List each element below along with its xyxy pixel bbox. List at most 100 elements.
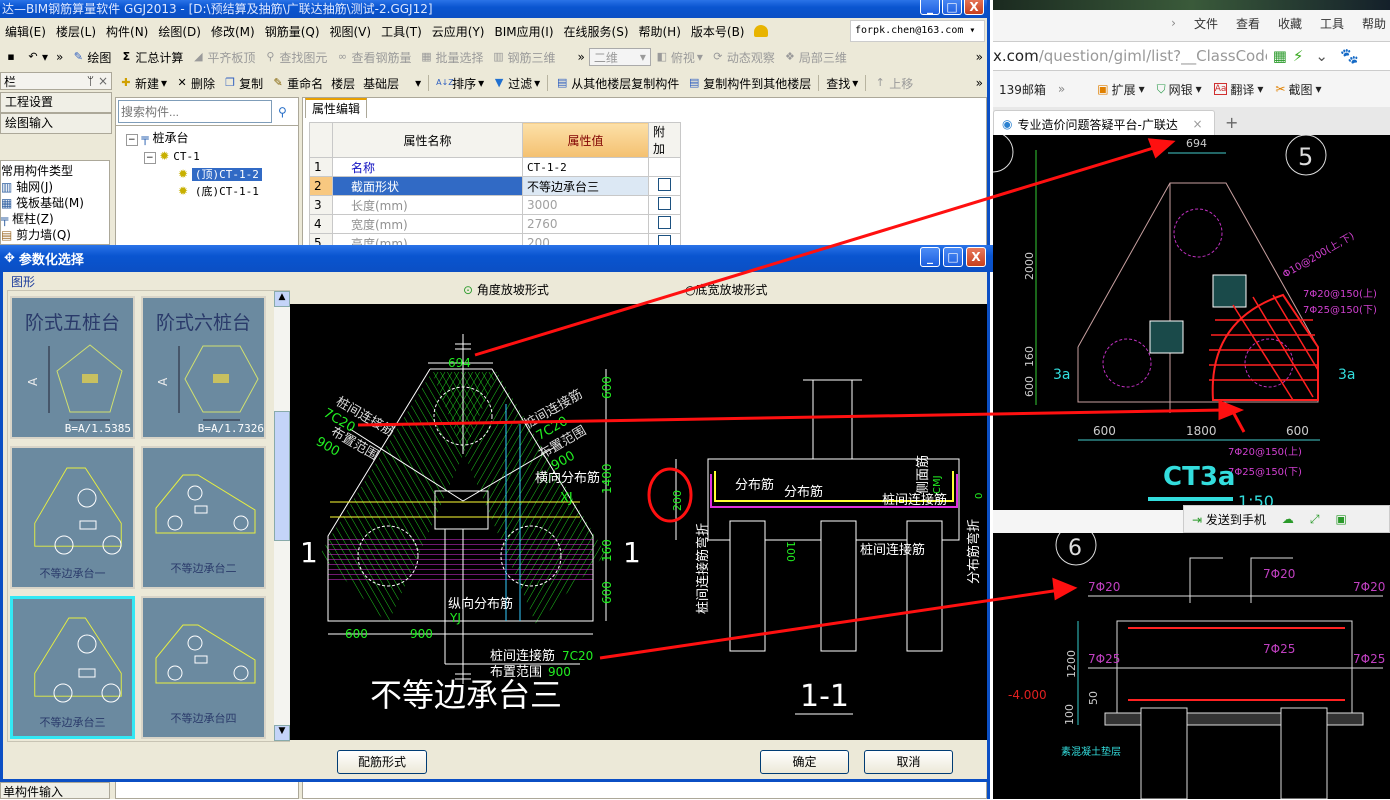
minimize-button[interactable]: _ (920, 0, 940, 15)
top-view-button[interactable]: ◧ 俯视 ▾ (651, 49, 707, 66)
scroll-down-button[interactable]: ▼ (274, 725, 290, 741)
copy-button[interactable]: ❐ 复制 (219, 75, 267, 92)
sort-button[interactable]: A↓Z 排序 ▾ (432, 75, 488, 92)
close-button[interactable]: X (964, 0, 984, 15)
translate-button[interactable]: Aa 翻译 ▾ (1208, 81, 1270, 98)
view-mode-select[interactable]: 二维 ▾ (588, 48, 651, 66)
fullscreen-icon[interactable]: ⤢ (1302, 512, 1328, 527)
tab-property-edit[interactable]: 属性编辑 (305, 98, 368, 118)
shape-thumb-unequal-3[interactable]: 不等边承台三 (10, 596, 135, 739)
extra-checkbox[interactable] (658, 197, 671, 210)
extra-checkbox[interactable] (658, 178, 671, 191)
filter-button[interactable]: ▼ 过滤 ▾ (488, 75, 544, 92)
pin-icon[interactable]: ᛘ (87, 74, 94, 88)
gallery-scrollbar[interactable]: ▲ ▼ (274, 291, 290, 741)
table-row[interactable]: 1 名称 CT-1-2 (309, 157, 681, 177)
extra-checkbox[interactable] (658, 216, 671, 229)
extensions-button[interactable]: ▣ 扩展 ▾ (1091, 81, 1150, 98)
property-value[interactable]: 3000 (522, 195, 649, 215)
scroll-thumb[interactable] (274, 411, 290, 541)
menu-item[interactable]: 编辑(E) (0, 23, 51, 40)
shape-thumb-step-six-pile[interactable]: 阶式六桩台 A B=A/1.7326 (141, 296, 266, 439)
property-value[interactable]: 2760 (522, 214, 649, 234)
maximize-button[interactable]: □ (942, 0, 962, 15)
more-icon[interactable]: » (573, 50, 588, 64)
send-to-phone-button[interactable]: ⇥ 发送到手机 (1184, 511, 1274, 528)
baidu-paw-icon[interactable]: 🐾 (1340, 47, 1359, 65)
new-tab-button[interactable]: + (1225, 113, 1238, 132)
menu-item[interactable]: 工具(T) (376, 23, 427, 40)
menu-item[interactable]: 帮助(H) (634, 23, 686, 40)
nav-section-drawing-input[interactable]: 绘图输入 (0, 113, 112, 134)
ok-button[interactable]: 确定 (760, 750, 849, 774)
user-account-dropdown[interactable]: forpk.chen@163.com ▾ (850, 20, 985, 42)
bank-button[interactable]: ⛉ 网银 ▾ (1151, 81, 1208, 98)
collapse-icon[interactable]: − (144, 152, 156, 164)
copy-from-floor-button[interactable]: ▤ 从其他楼层复制构件 (551, 75, 683, 92)
orbit-button[interactable]: ⟳ 动态观察 (707, 49, 779, 66)
table-row[interactable]: 4 宽度(mm) 2760 (309, 214, 681, 234)
shape-thumb-step-five-pile[interactable]: 阶式五桩台 A B=A/1.5385 (10, 296, 135, 439)
menu-item[interactable]: 云应用(Y) (427, 23, 490, 40)
browser-tab[interactable]: ◉ 专业造价问题答疑平台-广联达 × (993, 110, 1215, 137)
cancel-button[interactable]: 取消 (864, 750, 953, 774)
menu-item[interactable]: 在线服务(S) (559, 23, 634, 40)
radio-bottom-width-slope[interactable]: ○底宽放坡形式 (685, 281, 768, 298)
menu-item[interactable]: 楼层(L) (51, 23, 101, 40)
shape-thumb-unequal-4[interactable]: 不等边承台四 (141, 596, 266, 739)
tree-node-top[interactable]: ✹ (顶)CT-1-2 (126, 166, 298, 183)
summary-calc-button[interactable]: Σ 汇总计算 (115, 49, 187, 66)
chevron-down-icon[interactable]: ⌄ (1315, 47, 1328, 65)
save-button[interactable]: ▪ (0, 50, 22, 64)
copy-to-floor-button[interactable]: ▤ 复制构件到其他楼层 (683, 75, 815, 92)
bookmark-139-mail[interactable]: 139邮箱 (993, 81, 1052, 98)
list-item-column[interactable]: ╤ 框柱(Z) (1, 211, 109, 227)
browser-menu-item[interactable]: 帮助 (1362, 15, 1390, 32)
nav-single-component-input[interactable]: 单构件输入 (0, 782, 110, 799)
close-tab-icon[interactable]: × (1192, 117, 1202, 131)
align-slab-top-button[interactable]: ◢ 平齐板顶 (187, 49, 259, 66)
new-button[interactable]: ✚ 新建 ▾ (115, 75, 171, 92)
browser-menu-item[interactable]: 工具 (1320, 15, 1344, 32)
search-button[interactable]: 查找 ▾ (822, 75, 862, 92)
tree-node-pile-cap[interactable]: − ╤ 桩承台 (126, 130, 298, 148)
floor-select[interactable]: 基础层 ▾ (359, 75, 425, 92)
list-item-axis[interactable]: ▥ 轴网(J) (1, 179, 109, 195)
menu-item[interactable]: 绘图(D) (153, 23, 206, 40)
view-rebar-button[interactable]: ∞ 查看钢筋量 (331, 49, 415, 66)
local-3d-button[interactable]: ❖ 局部三维 (779, 49, 851, 66)
qr-code-icon[interactable]: ▦ (1273, 47, 1287, 65)
property-value[interactable]: 不等边承台三 (522, 176, 649, 196)
helmet-icon[interactable] (753, 25, 768, 37)
component-search-input[interactable] (118, 100, 272, 123)
dialog-maximize-button[interactable]: □ (943, 247, 963, 267)
cloud-icon[interactable]: ☁ (1274, 512, 1302, 526)
tree-node-ct1[interactable]: − ✹ CT-1 (126, 148, 298, 166)
more-icon[interactable]: » (1052, 82, 1071, 96)
lightning-icon[interactable]: ⚡ (1293, 47, 1304, 65)
menu-item[interactable]: 修改(M) (206, 23, 260, 40)
browser-menu-item[interactable]: 收藏 (1278, 15, 1302, 32)
collapse-icon[interactable]: − (126, 134, 138, 146)
browser-menu-item[interactable]: 查看 (1236, 15, 1260, 32)
dialog-close-button[interactable]: X (966, 247, 986, 267)
dialog-minimize-button[interactable]: _ (920, 247, 940, 267)
save-image-icon[interactable]: ▣ (1328, 512, 1355, 526)
list-item-shear-wall[interactable]: ▤ 剪力墙(Q) (1, 227, 109, 243)
more-icon[interactable]: » (972, 50, 987, 64)
undo-button[interactable]: ↶ ▾ (22, 50, 52, 64)
nav-section-project-settings[interactable]: 工程设置 (0, 92, 112, 113)
menu-item[interactable]: 版本号(B) (686, 23, 750, 40)
table-row[interactable]: 2 截面形状 不等边承台三 (309, 176, 681, 196)
menu-item[interactable]: 视图(V) (325, 23, 377, 40)
shape-thumb-unequal-1[interactable]: 不等边承台一 (10, 446, 135, 589)
list-item-raft[interactable]: ▦ 筏板基础(M) (1, 195, 109, 211)
close-icon[interactable]: × (98, 74, 108, 88)
menu-item[interactable]: 钢筋量(Q) (260, 23, 325, 40)
batch-select-button[interactable]: ▦ 批量选择 (415, 49, 487, 66)
draw-button[interactable]: ✎ 绘图 (67, 49, 115, 66)
table-row[interactable]: 3 长度(mm) 3000 (309, 195, 681, 215)
screenshot-button[interactable]: ✂ 截图 ▾ (1269, 81, 1327, 98)
find-element-button[interactable]: ⚲ 查找图元 (259, 49, 331, 66)
move-up-button[interactable]: ↑ 上移 (869, 75, 917, 92)
